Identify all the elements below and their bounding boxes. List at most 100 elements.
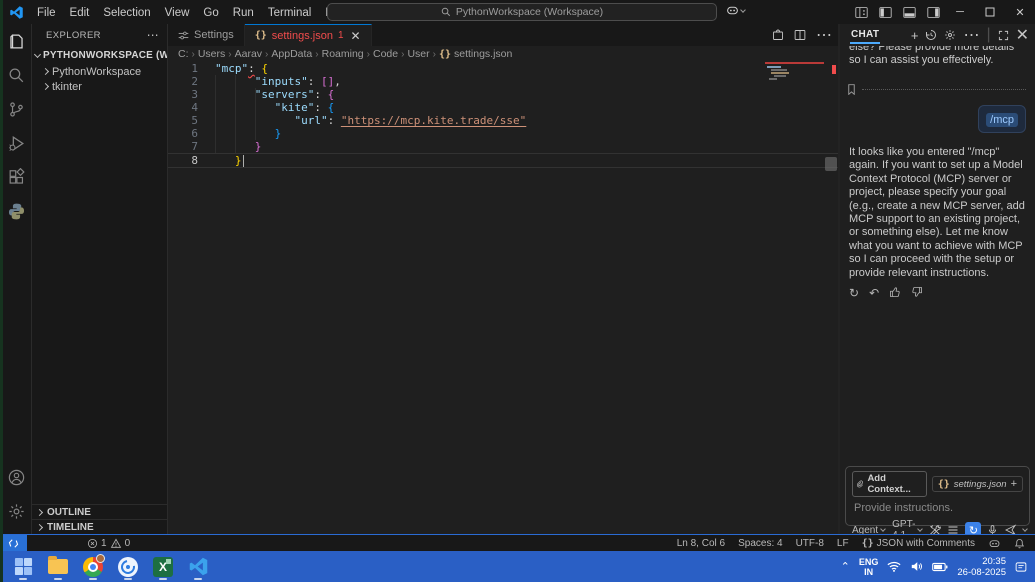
spiral-app-taskbar-icon[interactable] — [115, 553, 141, 580]
close-button[interactable]: ✕ — [1005, 0, 1035, 24]
code-line-2[interactable]: 2 "inputs": [], — [168, 75, 838, 88]
chat-history-icon[interactable] — [925, 29, 937, 41]
search-activity-icon[interactable] — [0, 58, 32, 92]
scrollbar-thumb[interactable] — [825, 157, 837, 171]
chat-settings-gear-icon[interactable] — [944, 29, 956, 41]
vscode-taskbar-icon[interactable] — [185, 553, 211, 580]
breadcrumb-item[interactable]: Roaming — [322, 48, 364, 60]
menu-file[interactable]: File — [30, 7, 63, 19]
toggle-primary-sidebar-icon[interactable] — [876, 0, 894, 24]
context-file-chip[interactable]: {} settings.json + — [932, 476, 1023, 492]
menu-terminal[interactable]: Terminal — [261, 7, 318, 19]
menu-run[interactable]: Run — [226, 7, 261, 19]
code-line-5[interactable]: 5 "url": "https://mcp.kite.trade/sse" — [168, 114, 838, 127]
split-editor-icon[interactable] — [794, 29, 806, 41]
close-panel-icon[interactable]: ✕ — [1016, 25, 1029, 45]
tree-item-tkinter[interactable]: tkinter — [32, 79, 167, 94]
explorer-more-actions-icon[interactable]: ⋯ — [147, 28, 159, 42]
file-explorer-taskbar-icon[interactable] — [45, 553, 71, 580]
line-number: 7 — [168, 140, 198, 153]
problems-indicator[interactable]: 1 0 — [87, 538, 130, 549]
start-button[interactable] — [10, 553, 36, 580]
breadcrumb-item[interactable]: Users — [198, 48, 225, 60]
toggle-panel-icon[interactable] — [900, 0, 918, 24]
code-line-3[interactable]: 3 "servers": { — [168, 88, 838, 101]
code-editor[interactable]: 1"mcp": {2 "inputs": [],3 "servers": {4 … — [168, 62, 838, 534]
breadcrumb-item[interactable]: AppData — [271, 48, 312, 60]
title-bar: FileEditSelectionViewGoRunTerminalHelp ←… — [0, 0, 1035, 24]
menu-edit[interactable]: Edit — [63, 7, 97, 19]
excel-taskbar-icon[interactable]: X — [150, 553, 176, 580]
breadcrumb-file[interactable]: {}settings.json — [439, 48, 512, 60]
command-center-search[interactable]: PythonWorkspace (Workspace) — [327, 3, 717, 21]
overview-ruler[interactable] — [824, 62, 838, 534]
wifi-icon[interactable] — [887, 561, 901, 572]
chat-tab[interactable]: CHAT — [850, 26, 880, 44]
chrome-taskbar-icon[interactable] — [80, 553, 106, 580]
battery-icon[interactable] — [932, 562, 948, 572]
customize-layout-icon[interactable] — [852, 0, 870, 24]
menu-view[interactable]: View — [158, 7, 197, 19]
explorer-activity-icon[interactable] — [0, 24, 32, 58]
language-indicator[interactable]: ENG IN — [859, 557, 879, 577]
breadcrumb-item[interactable]: C: — [178, 48, 189, 60]
maximize-panel-icon[interactable] — [998, 30, 1009, 41]
breadcrumb-item[interactable]: Aarav — [235, 48, 262, 60]
code-line-4[interactable]: 4 "kite": { — [168, 101, 838, 114]
notifications-bell-icon[interactable] — [1014, 538, 1025, 549]
breadcrumb-file-label: settings.json — [454, 48, 512, 60]
menu-selection[interactable]: Selection — [96, 7, 157, 19]
section-label: OUTLINE — [47, 507, 91, 518]
code-line-7[interactable]: 7 } — [168, 140, 838, 153]
menu-go[interactable]: Go — [196, 7, 225, 19]
language-mode[interactable]: {} JSON with Comments — [862, 538, 975, 549]
breadcrumb-item[interactable]: Code — [373, 48, 398, 60]
add-attachment-icon[interactable]: + — [1011, 478, 1017, 490]
tree-item-pythonworkspace[interactable]: PythonWorkspace — [32, 64, 167, 79]
source-control-activity-icon[interactable] — [0, 92, 32, 126]
cursor-position[interactable]: Ln 8, Col 6 — [677, 538, 725, 549]
encoding[interactable]: UTF-8 — [796, 538, 824, 549]
notification-center-icon[interactable] — [1015, 561, 1027, 573]
section-outline[interactable]: OUTLINE — [32, 504, 167, 519]
thumbs-down-icon[interactable] — [911, 286, 923, 300]
toggle-secondary-sidebar-icon[interactable] — [924, 0, 942, 24]
breadcrumb-item[interactable]: User — [407, 48, 429, 60]
new-chat-icon[interactable]: + — [911, 28, 919, 43]
python-activity-icon[interactable] — [0, 194, 32, 228]
run-debug-activity-icon[interactable] — [0, 126, 32, 160]
minimap[interactable] — [765, 62, 824, 534]
copilot-status-icon[interactable] — [988, 538, 1001, 549]
regenerate-icon[interactable]: ↻ — [849, 286, 859, 300]
add-context-button[interactable]: Add Context... — [852, 471, 927, 497]
extensions-activity-icon[interactable] — [0, 160, 32, 194]
chat-input-placeholder[interactable]: Provide instructions. — [854, 502, 1021, 514]
open-settings-ui-icon[interactable] — [772, 29, 784, 41]
clock[interactable]: 20:35 26-08-2025 — [957, 556, 1006, 578]
code-line-8[interactable]: 8 } — [168, 153, 838, 168]
undo-icon[interactable]: ↶ — [869, 286, 879, 300]
chat-input-box[interactable]: Add Context... {} settings.json + Provid… — [845, 466, 1030, 526]
volume-icon[interactable] — [910, 561, 923, 572]
eol-sequence[interactable]: LF — [837, 538, 849, 549]
settings-gear-icon[interactable] — [0, 494, 32, 528]
tab-settings[interactable]: Settings — [168, 24, 245, 46]
close-tab-icon[interactable]: ✕ — [351, 29, 361, 43]
tray-expand-icon[interactable]: ⌃ — [841, 560, 850, 573]
send-options-chevron-icon[interactable] — [1023, 526, 1029, 532]
accounts-icon[interactable] — [0, 460, 32, 494]
code-line-6[interactable]: 6 } — [168, 127, 838, 140]
chat-more-actions-icon[interactable]: ⋯ — [963, 25, 979, 45]
remote-indicator[interactable] — [0, 535, 27, 552]
tab-settings-json[interactable]: {} settings.json 1 ✕ — [245, 24, 372, 46]
minimize-button[interactable]: ─ — [945, 0, 975, 24]
indentation[interactable]: Spaces: 4 — [738, 538, 782, 549]
thumbs-up-icon[interactable] — [889, 286, 901, 300]
copilot-button[interactable] — [726, 4, 745, 17]
maximize-button[interactable] — [975, 0, 1005, 24]
workspace-root-row[interactable]: PYTHONWORKSPACE (WORKSP... — [32, 46, 167, 64]
more-actions-icon[interactable]: ⋯ — [816, 25, 832, 45]
line-content: } — [198, 154, 244, 167]
section-timeline[interactable]: TIMELINE — [32, 519, 167, 534]
code-line-1[interactable]: 1"mcp": { — [168, 62, 838, 75]
